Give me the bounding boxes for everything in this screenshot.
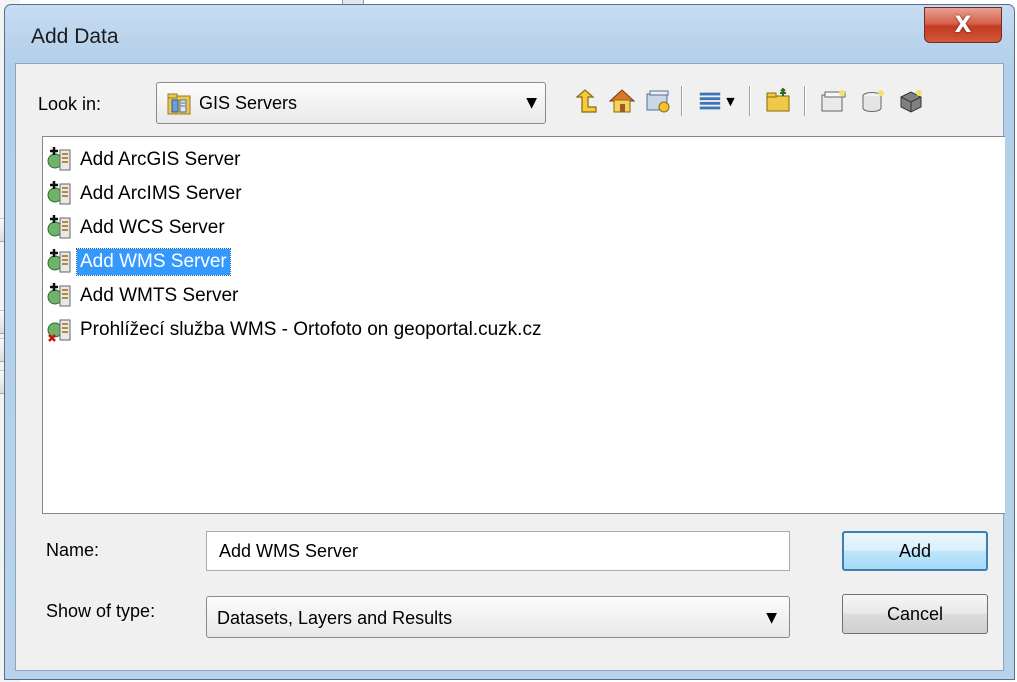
title-bar[interactable]: Add Data X xyxy=(5,5,1014,63)
list-item-label: Add ArcIMS Server xyxy=(80,183,242,204)
list-item-label: Add WMS Server xyxy=(76,248,231,276)
add-server-icon xyxy=(47,147,71,171)
up-one-level-button[interactable] xyxy=(568,84,602,118)
server-disconnected-icon xyxy=(47,319,71,342)
show-of-type-dropdown[interactable]: Datasets, Layers and Results ▼ xyxy=(206,596,790,638)
add-data-dialog: Add Data X Look in: GIS Servers ▼ ▼ Add … xyxy=(4,4,1015,680)
new-folder-icon xyxy=(766,87,790,112)
add-server-icon xyxy=(47,283,71,307)
home-icon xyxy=(608,89,636,113)
list-item-label: Add WCS Server xyxy=(80,217,225,238)
list-item[interactable]: Add ArcGIS Server xyxy=(47,143,1005,177)
name-label: Name: xyxy=(46,540,100,560)
new-item-icon xyxy=(821,90,846,112)
new-server-icon xyxy=(900,90,922,113)
new-item-button[interactable] xyxy=(816,84,850,118)
show-of-type-label: Show of type: xyxy=(46,601,156,621)
new-server-button[interactable] xyxy=(894,84,928,118)
dialog-client-area: Look in: GIS Servers ▼ ▼ Add ArcGIS Serv… xyxy=(15,63,1005,671)
list-item[interactable]: Add WCS Server xyxy=(47,211,1005,245)
new-geodatabase-button[interactable] xyxy=(856,84,890,118)
list-item[interactable]: Add WMTS Server xyxy=(47,279,1005,313)
list-item-label: Add ArcGIS Server xyxy=(80,149,241,170)
list-item-label: Add WMTS Server xyxy=(80,285,239,306)
up-one-level-icon xyxy=(575,89,597,113)
add-server-icon xyxy=(47,249,71,273)
gis-servers-folder-icon xyxy=(167,93,191,115)
chevron-down-icon: ▼ xyxy=(526,95,537,111)
connect-to-folder-icon xyxy=(646,90,670,113)
new-folder-button[interactable] xyxy=(762,84,796,118)
home-button[interactable] xyxy=(605,84,639,118)
toolbar-separator xyxy=(681,86,683,116)
close-button[interactable]: X xyxy=(924,7,1002,43)
add-server-icon xyxy=(47,181,71,205)
look-in-value: GIS Servers xyxy=(199,93,298,113)
chevron-down-icon: ▼ xyxy=(726,94,735,108)
new-geodatabase-icon xyxy=(862,90,884,112)
add-server-icon xyxy=(47,215,71,239)
chevron-down-icon: ▼ xyxy=(766,610,777,626)
list-item[interactable]: Prohlížecí služba WMS - Ortofoto on geop… xyxy=(47,313,1005,347)
look-in-dropdown[interactable]: GIS Servers ▼ xyxy=(156,82,546,124)
view-list-icon xyxy=(700,92,721,110)
name-input[interactable]: Add WMS Server xyxy=(206,531,790,571)
toolbar-separator xyxy=(749,86,751,116)
dialog-title: Add Data xyxy=(31,25,119,48)
add-button[interactable]: Add xyxy=(842,531,988,571)
look-in-label: Look in: xyxy=(38,94,102,114)
connect-to-folder-button[interactable] xyxy=(641,84,675,118)
cancel-button[interactable]: Cancel xyxy=(842,594,988,634)
list-item[interactable]: Add WMS Server xyxy=(47,245,1005,279)
view-options-button[interactable]: ▼ xyxy=(692,84,740,118)
close-icon: X xyxy=(954,12,972,38)
show-of-type-value: Datasets, Layers and Results xyxy=(217,608,453,628)
list-item-label: Prohlížecí služba WMS - Ortofoto on geop… xyxy=(80,319,542,340)
toolbar-separator xyxy=(804,86,806,116)
list-item[interactable]: Add ArcIMS Server xyxy=(47,177,1005,211)
file-list[interactable]: Add ArcGIS Server Add ArcIMS Server Add WC… xyxy=(42,136,1005,514)
